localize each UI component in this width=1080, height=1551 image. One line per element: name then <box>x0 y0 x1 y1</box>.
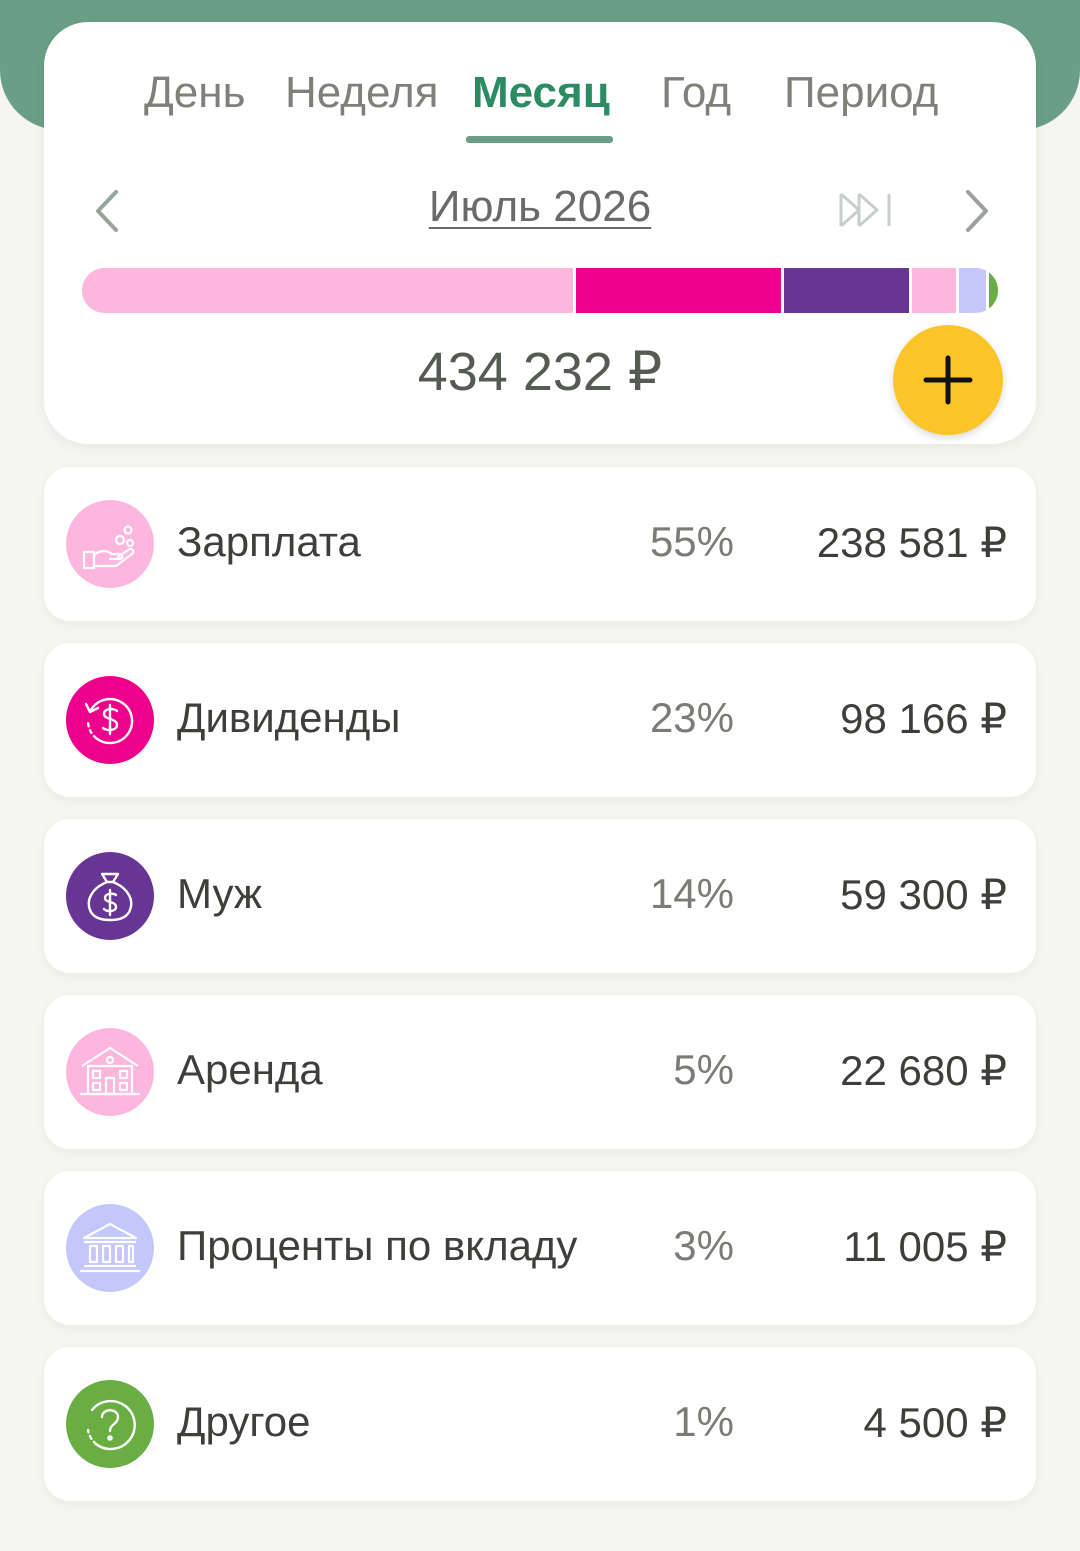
share-bar-segment <box>911 268 957 313</box>
category-amount: 11 005 ₽ <box>843 1223 1007 1270</box>
next-period-button[interactable] <box>956 186 996 236</box>
share-bar-segment <box>959 268 987 313</box>
category-row-husband[interactable]: Муж 14% 59 300 ₽ <box>44 819 1036 973</box>
dollar-refresh-icon <box>84 697 134 745</box>
active-tab-indicator <box>466 136 613 143</box>
share-bar-segment <box>783 268 909 313</box>
category-name: Зарплата <box>177 518 361 565</box>
question-icon <box>86 1399 136 1451</box>
category-icon-circle <box>66 1204 154 1292</box>
hand-coins-icon <box>82 525 135 570</box>
category-percent: 14% <box>649 870 734 917</box>
category-icon-circle <box>66 1028 154 1116</box>
tab-period[interactable]: Период <box>784 68 938 118</box>
fast-forward-icon <box>839 192 891 228</box>
house-icon <box>80 1046 140 1096</box>
category-row-salary[interactable]: Зарплата 55% 238 581 ₽ <box>44 467 1036 621</box>
category-name: Аренда <box>177 1046 323 1093</box>
category-percent: 55% <box>649 518 734 565</box>
total-amount: 434 232 ₽ <box>417 342 663 402</box>
category-row-other[interactable]: Другое 1% 4 500 ₽ <box>44 1347 1036 1501</box>
category-percent: 1% <box>673 1398 734 1445</box>
tab-week[interactable]: Неделя <box>285 68 438 118</box>
category-name: Муж <box>177 870 263 917</box>
plus-icon <box>923 355 973 405</box>
tab-day[interactable]: День <box>144 68 246 118</box>
category-icon-circle <box>66 676 154 764</box>
category-icon-circle <box>66 500 154 588</box>
category-name: Проценты по вкладу <box>177 1222 578 1269</box>
category-row-deposit-interest[interactable]: Проценты по вкладу 3% 11 005 ₽ <box>44 1171 1036 1325</box>
category-row-rent[interactable]: Аренда 5% 22 680 ₽ <box>44 995 1036 1149</box>
category-amount: 22 680 ₽ <box>840 1047 1007 1094</box>
category-icon-circle <box>66 852 154 940</box>
add-income-button[interactable] <box>893 325 1003 435</box>
share-bar-segment <box>82 268 573 313</box>
category-amount: 98 166 ₽ <box>840 695 1007 742</box>
category-row-dividends[interactable]: Дивиденды 23% 98 166 ₽ <box>44 643 1036 797</box>
category-name: Дивиденды <box>177 694 401 741</box>
jump-to-current-button[interactable] <box>837 188 895 232</box>
category-percent: 23% <box>649 694 734 741</box>
category-amount: 59 300 ₽ <box>840 871 1007 918</box>
share-bar-segment <box>989 268 998 313</box>
category-percent: 5% <box>673 1046 734 1093</box>
category-amount: 238 581 ₽ <box>816 519 1007 566</box>
summary-card: День Неделя Месяц Год Период Июль 2026 4… <box>44 22 1036 444</box>
tab-year[interactable]: Год <box>661 68 731 118</box>
category-name: Другое <box>177 1398 311 1445</box>
period-tabs: День Неделя Месяц Год Период <box>44 22 1036 152</box>
category-percent: 3% <box>673 1222 734 1269</box>
category-share-bar <box>82 268 998 313</box>
category-amount: 4 500 ₽ <box>863 1399 1008 1446</box>
tab-month[interactable]: Месяц <box>472 68 610 118</box>
bank-icon <box>80 1222 140 1273</box>
share-bar-segment <box>575 268 781 313</box>
money-bag-icon <box>87 872 133 922</box>
category-icon-circle <box>66 1380 154 1468</box>
chevron-right-icon <box>966 190 988 232</box>
